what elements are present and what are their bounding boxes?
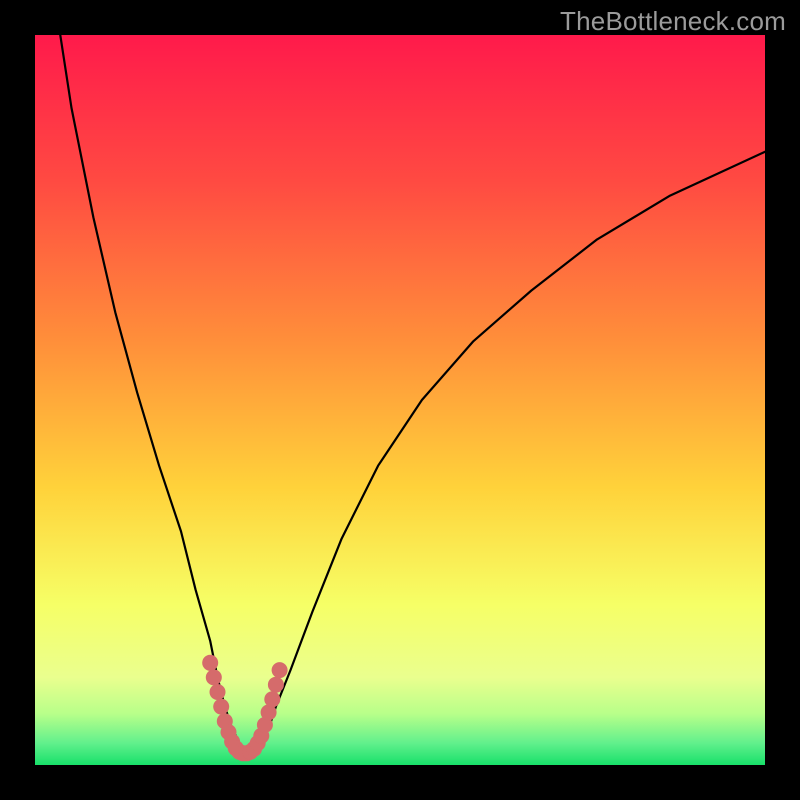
marker-dot [272,662,288,678]
marker-dot [206,669,222,685]
marker-dot [264,691,280,707]
chart-svg [35,35,765,765]
marker-dot [202,655,218,671]
marker-dot [210,684,226,700]
plot-area [35,35,765,765]
marker-dot [213,699,229,715]
watermark-text: TheBottleneck.com [560,6,786,37]
outer-frame: TheBottleneck.com [0,0,800,800]
gradient-bg [35,35,765,765]
marker-dot [268,677,284,693]
